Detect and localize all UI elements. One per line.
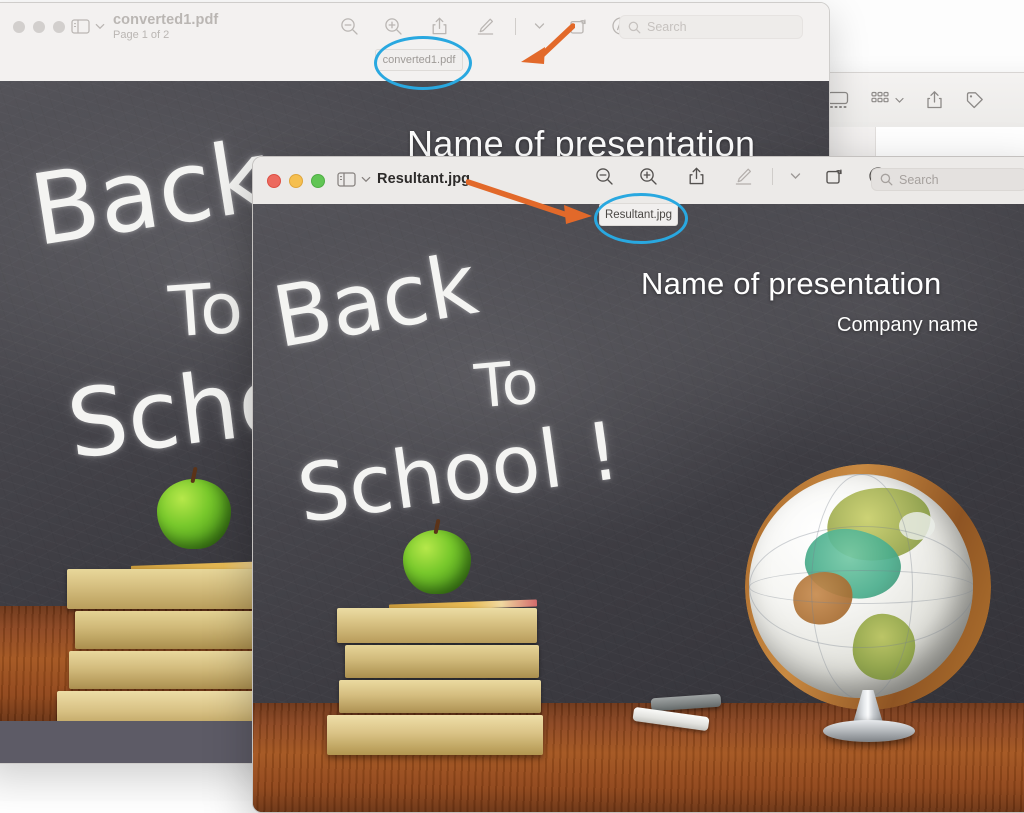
company-name-front: Company name (837, 314, 979, 336)
gallery-view-icon[interactable] (827, 91, 849, 109)
maximize-button[interactable] (311, 174, 325, 188)
search-icon (628, 21, 641, 33)
slide-image-front: Name of presentation Company name Back T… (253, 204, 1024, 812)
chevron-down-icon (361, 176, 371, 183)
window-title-block-back: converted1.pdf Page 1 of 2 (113, 12, 218, 41)
preview-window-resultant[interactable]: Resultant.jpg Search Name of presentatio… (252, 156, 1024, 813)
window-title-front: Resultant.jpg (377, 171, 471, 187)
sidebar-toggle-back[interactable] (71, 19, 105, 34)
share-icon[interactable] (415, 16, 463, 36)
rotate-icon[interactable] (811, 166, 857, 186)
tag-icon[interactable] (965, 91, 984, 110)
chevron-down-icon (95, 23, 105, 30)
search-field-front[interactable]: Search (871, 168, 1024, 191)
window-controls-back[interactable] (13, 21, 65, 33)
close-button[interactable] (13, 21, 25, 33)
globe-ball (749, 474, 973, 698)
sidebar-toggle-front[interactable] (337, 172, 371, 187)
zoom-in-icon[interactable] (625, 167, 671, 186)
window-subtitle-back: Page 1 of 2 (113, 29, 170, 41)
zoom-out-icon[interactable] (327, 17, 371, 36)
toolbar-front: Resultant.jpg Search (253, 157, 1024, 205)
markup-icon[interactable] (721, 167, 765, 186)
toolbar-icons-back (327, 16, 641, 36)
share-icon[interactable] (671, 166, 721, 186)
chalk-text-front-2: To (472, 347, 542, 423)
search-placeholder-front: Search (899, 172, 939, 187)
search-placeholder-back: Search (647, 20, 687, 34)
chevron-down-icon[interactable] (523, 22, 555, 30)
stacked-books-front (311, 518, 543, 758)
window-title-back: converted1.pdf (113, 12, 219, 28)
chevron-down-icon[interactable] (779, 172, 811, 180)
group-by-icon[interactable] (871, 91, 904, 109)
markup-chevron-divider (507, 17, 523, 35)
green-apple-front (403, 518, 471, 594)
minimize-button[interactable] (33, 21, 45, 33)
markup-icon[interactable] (463, 17, 507, 36)
close-button[interactable] (267, 174, 281, 188)
rotate-icon[interactable] (555, 16, 601, 36)
screen-background: converted1.pdf Page 1 of 2 Search Name o… (0, 0, 1024, 813)
sidebar-toggle-icon (71, 19, 90, 34)
chevron-down-icon (895, 97, 904, 103)
document-canvas-front[interactable]: Name of presentation Company name Back T… (253, 204, 1024, 812)
search-field-back[interactable]: Search (619, 15, 803, 39)
maximize-button[interactable] (53, 21, 65, 33)
chalk-text-back-2: To (166, 266, 246, 354)
search-icon (880, 173, 893, 186)
window-controls-front[interactable] (267, 174, 325, 188)
markup-chevron-divider (765, 167, 779, 185)
globe-stand-base (823, 720, 915, 742)
world-globe-front (739, 464, 997, 742)
zoom-in-icon[interactable] (371, 17, 415, 36)
finder-toolbar (813, 73, 1024, 127)
share-icon[interactable] (926, 90, 943, 110)
green-apple-back (157, 466, 231, 549)
toolbar-icons-front (583, 166, 899, 186)
presentation-title-front: Name of presentation (641, 266, 942, 301)
sidebar-toggle-icon (337, 172, 356, 187)
minimize-button[interactable] (289, 174, 303, 188)
zoom-out-icon[interactable] (583, 167, 625, 186)
toolbar-back: converted1.pdf Page 1 of 2 Search (0, 3, 829, 82)
